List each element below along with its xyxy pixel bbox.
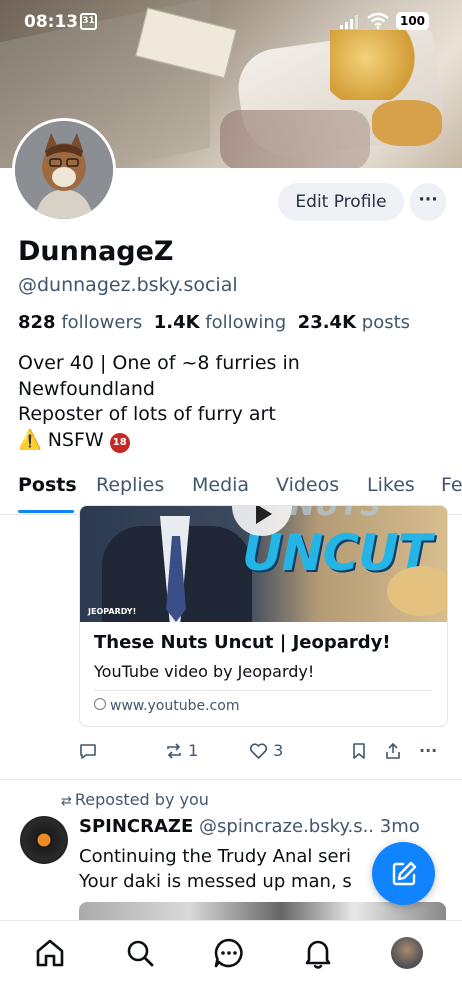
- no-under-18-icon: 18: [109, 432, 130, 453]
- embed-domain: www.youtube.com: [110, 698, 240, 714]
- share-icon: [386, 742, 400, 759]
- post-actions: 1 3 ···: [79, 738, 446, 766]
- followers-label: followers: [61, 312, 143, 333]
- chat-icon[interactable]: [211, 935, 247, 971]
- home-icon[interactable]: [32, 935, 68, 971]
- repost-indicator: ⇄ Reposted by you: [61, 790, 209, 809]
- post-time[interactable]: 3mo: [380, 816, 420, 837]
- bookmark-button[interactable]: [351, 738, 367, 764]
- repost-button[interactable]: 1: [165, 738, 198, 764]
- banner-art-shade: [220, 110, 370, 168]
- post-more-button[interactable]: ···: [419, 738, 437, 764]
- thumbnail-peanut: [387, 566, 447, 616]
- avatar-art: [15, 121, 113, 219]
- thumbnail-top-text: NUTS: [290, 506, 382, 523]
- wifi-icon: [367, 13, 389, 29]
- profile-bio: Over 40 | One of ~8 furries in Newfoundl…: [18, 351, 438, 453]
- followers-link[interactable]: 828 followers: [18, 312, 142, 333]
- banner-art-spot: [372, 100, 442, 146]
- heart-icon: [249, 743, 268, 759]
- tab-videos[interactable]: Videos: [276, 474, 339, 496]
- embed-link[interactable]: www.youtube.com: [94, 698, 239, 714]
- reply-icon: [80, 744, 96, 759]
- nsfw-label: NSFW: [47, 428, 104, 451]
- repost-count: 1: [188, 741, 199, 760]
- tab-likes[interactable]: Likes: [367, 474, 415, 496]
- following-link[interactable]: 1.4K following: [154, 312, 287, 333]
- reply-button[interactable]: [79, 738, 97, 764]
- tab-media[interactable]: Media: [192, 474, 249, 496]
- profile-stats: 828 followers 1.4K following 23.4K posts: [18, 312, 410, 333]
- posts-label: posts: [361, 312, 411, 333]
- display-name: DunnageZ: [18, 236, 174, 267]
- bio-line: Over 40 | One of ~8 furries in: [18, 352, 300, 374]
- profile-avatar[interactable]: [12, 118, 116, 222]
- status-bar: 08:13 31 100: [0, 0, 462, 46]
- battery-icon: 100: [396, 12, 429, 30]
- repost-label: Reposted by you: [74, 790, 209, 809]
- embed-title: These Nuts Uncut | Jeopardy!: [94, 632, 391, 653]
- feed-divider: [0, 779, 462, 780]
- bottom-navigation: [0, 920, 462, 1001]
- signal-icon: [340, 15, 358, 29]
- followers-count: 828: [18, 312, 56, 333]
- bell-icon[interactable]: [300, 935, 336, 971]
- bio-line: Reposter of lots of furry art: [18, 403, 276, 425]
- tab-posts[interactable]: Posts: [18, 474, 77, 496]
- embed-divider: [94, 690, 432, 691]
- author-avatar[interactable]: [20, 816, 68, 864]
- following-label: following: [205, 312, 287, 333]
- repost-icon: [167, 743, 181, 759]
- active-tab-indicator: [18, 510, 74, 513]
- like-count: 3: [273, 741, 284, 760]
- globe-icon: [94, 698, 106, 710]
- warning-icon: ⚠️: [18, 428, 42, 451]
- following-count: 1.4K: [153, 312, 200, 333]
- posts-count: 23.4K: [297, 312, 357, 333]
- like-button[interactable]: 3: [249, 738, 283, 764]
- search-icon[interactable]: [122, 935, 158, 971]
- bio-line-nsfw: ⚠️ NSFW 18: [18, 428, 438, 454]
- thumbnail-badge: JEOPARDY!: [88, 607, 137, 616]
- tab-replies[interactable]: Replies: [96, 474, 164, 496]
- share-button[interactable]: [384, 738, 402, 764]
- author-name[interactable]: SPINCRAZE: [79, 816, 193, 837]
- compose-icon: [392, 861, 417, 886]
- author-handle[interactable]: @spincraze.bsky.s..: [199, 816, 374, 837]
- compose-button[interactable]: [372, 842, 435, 905]
- profile-nav-avatar[interactable]: [391, 937, 423, 969]
- repost-small-icon: ⇄: [61, 794, 72, 809]
- post-header: SPINCRAZE @spincraze.bsky.s.. 3mo: [79, 816, 420, 837]
- embed-description: YouTube video by Jeopardy!: [94, 662, 315, 681]
- profile-handle: @dunnagez.bsky.social: [18, 274, 238, 296]
- calendar-icon: 31: [80, 13, 97, 30]
- video-thumbnail[interactable]: NUTS UNCUT JEOPARDY!: [80, 506, 447, 622]
- more-options-button[interactable]: ···: [410, 183, 446, 221]
- bookmark-icon: [353, 743, 365, 759]
- link-embed-card[interactable]: NUTS UNCUT JEOPARDY! These Nuts Uncut | …: [79, 505, 448, 727]
- tab-feeds[interactable]: Fe: [441, 474, 462, 496]
- bio-line: Newfoundland: [18, 377, 155, 400]
- status-time: 08:13: [24, 12, 79, 32]
- edit-profile-button[interactable]: Edit Profile: [278, 183, 404, 221]
- posts-count-group: 23.4K posts: [298, 312, 410, 333]
